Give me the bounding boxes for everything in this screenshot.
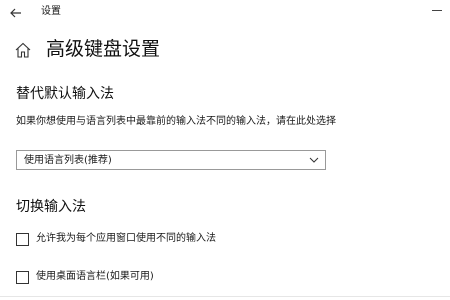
dropdown-selected-value: 使用语言列表(推荐) xyxy=(24,155,112,166)
minimize-icon[interactable] xyxy=(432,10,442,11)
title-bar: 设置 xyxy=(0,0,450,24)
section-description: 如果你想使用与语言列表中最靠前的输入法不同的输入法，请在此处选择 xyxy=(16,116,336,127)
divider xyxy=(0,296,450,297)
back-button[interactable] xyxy=(9,5,23,19)
settings-window: 设置 高级键盘设置 替代默认输入法 如果你想使用与语言列表中最靠前的输入法不同的… xyxy=(0,0,450,300)
checkbox-label: 允许我为每个应用窗口使用不同的输入法 xyxy=(36,233,216,244)
desktop-language-bar-checkbox[interactable] xyxy=(16,271,29,284)
home-icon[interactable] xyxy=(14,41,32,59)
section-heading-default-input: 替代默认输入法 xyxy=(16,86,114,102)
window-title: 设置 xyxy=(41,6,61,17)
per-app-input-checkbox[interactable] xyxy=(16,233,29,246)
page-title: 高级键盘设置 xyxy=(46,38,161,60)
back-arrow-icon xyxy=(10,8,21,18)
section-heading-switch-input: 切换输入法 xyxy=(16,199,86,215)
default-input-method-dropdown[interactable]: 使用语言列表(推荐) xyxy=(16,150,326,170)
checkbox-label: 使用桌面语言栏(如果可用) xyxy=(36,271,154,282)
chevron-down-icon xyxy=(309,157,319,163)
